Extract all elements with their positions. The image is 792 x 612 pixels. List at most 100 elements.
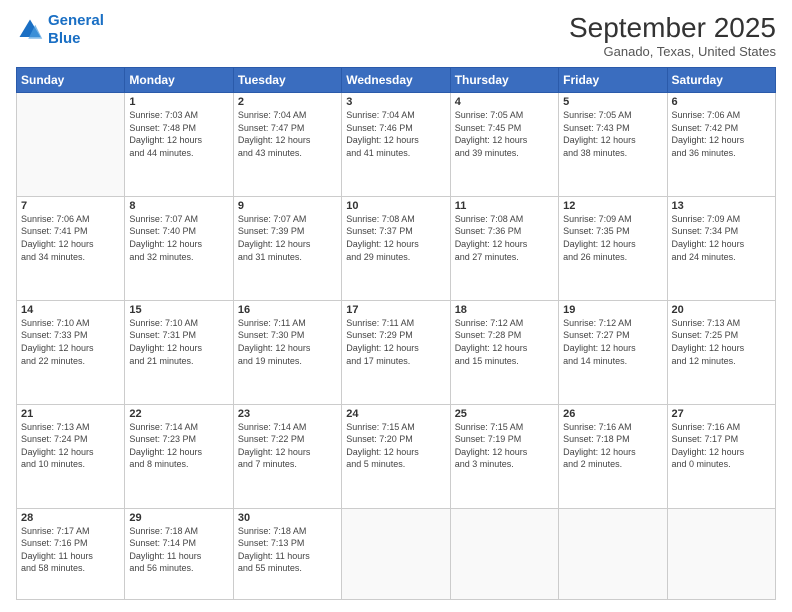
day-number: 4 [455,96,554,108]
day-info: Sunrise: 7:06 AM Sunset: 7:42 PM Dayligh… [672,109,771,159]
day-info: Sunrise: 7:09 AM Sunset: 7:35 PM Dayligh… [563,213,662,263]
day-cell: 23Sunrise: 7:14 AM Sunset: 7:22 PM Dayli… [233,404,341,508]
day-cell: 20Sunrise: 7:13 AM Sunset: 7:25 PM Dayli… [667,300,775,404]
day-info: Sunrise: 7:05 AM Sunset: 7:45 PM Dayligh… [455,109,554,159]
day-number: 7 [21,200,120,212]
day-cell: 11Sunrise: 7:08 AM Sunset: 7:36 PM Dayli… [450,196,558,300]
day-info: Sunrise: 7:03 AM Sunset: 7:48 PM Dayligh… [129,109,228,159]
day-number: 20 [672,304,771,316]
day-number: 6 [672,96,771,108]
day-cell: 25Sunrise: 7:15 AM Sunset: 7:19 PM Dayli… [450,404,558,508]
day-info: Sunrise: 7:14 AM Sunset: 7:22 PM Dayligh… [238,421,337,471]
day-number: 13 [672,200,771,212]
day-number: 5 [563,96,662,108]
day-number: 16 [238,304,337,316]
day-number: 21 [21,408,120,420]
day-number: 19 [563,304,662,316]
month-title: September 2025 [569,12,776,44]
day-info: Sunrise: 7:06 AM Sunset: 7:41 PM Dayligh… [21,213,120,263]
day-info: Sunrise: 7:08 AM Sunset: 7:36 PM Dayligh… [455,213,554,263]
day-info: Sunrise: 7:14 AM Sunset: 7:23 PM Dayligh… [129,421,228,471]
day-cell: 19Sunrise: 7:12 AM Sunset: 7:27 PM Dayli… [559,300,667,404]
calendar-body: 1Sunrise: 7:03 AM Sunset: 7:48 PM Daylig… [17,93,776,600]
day-info: Sunrise: 7:08 AM Sunset: 7:37 PM Dayligh… [346,213,445,263]
day-number: 18 [455,304,554,316]
day-info: Sunrise: 7:18 AM Sunset: 7:14 PM Dayligh… [129,525,228,575]
weekday-header: Thursday [450,68,558,93]
day-cell: 22Sunrise: 7:14 AM Sunset: 7:23 PM Dayli… [125,404,233,508]
calendar-header-row: SundayMondayTuesdayWednesdayThursdayFrid… [17,68,776,93]
day-number: 22 [129,408,228,420]
day-cell: 1Sunrise: 7:03 AM Sunset: 7:48 PM Daylig… [125,93,233,197]
day-number: 28 [21,512,120,524]
day-info: Sunrise: 7:12 AM Sunset: 7:27 PM Dayligh… [563,317,662,367]
weekday-header: Monday [125,68,233,93]
day-number: 15 [129,304,228,316]
day-cell: 8Sunrise: 7:07 AM Sunset: 7:40 PM Daylig… [125,196,233,300]
day-number: 10 [346,200,445,212]
day-number: 23 [238,408,337,420]
day-cell: 6Sunrise: 7:06 AM Sunset: 7:42 PM Daylig… [667,93,775,197]
day-cell: 13Sunrise: 7:09 AM Sunset: 7:34 PM Dayli… [667,196,775,300]
day-number: 24 [346,408,445,420]
day-number: 2 [238,96,337,108]
week-row: 21Sunrise: 7:13 AM Sunset: 7:24 PM Dayli… [17,404,776,508]
day-cell: 5Sunrise: 7:05 AM Sunset: 7:43 PM Daylig… [559,93,667,197]
day-cell: 12Sunrise: 7:09 AM Sunset: 7:35 PM Dayli… [559,196,667,300]
week-row: 7Sunrise: 7:06 AM Sunset: 7:41 PM Daylig… [17,196,776,300]
day-info: Sunrise: 7:16 AM Sunset: 7:17 PM Dayligh… [672,421,771,471]
day-cell: 14Sunrise: 7:10 AM Sunset: 7:33 PM Dayli… [17,300,125,404]
day-cell: 18Sunrise: 7:12 AM Sunset: 7:28 PM Dayli… [450,300,558,404]
weekday-header: Friday [559,68,667,93]
day-cell: 27Sunrise: 7:16 AM Sunset: 7:17 PM Dayli… [667,404,775,508]
day-cell [667,508,775,599]
week-row: 1Sunrise: 7:03 AM Sunset: 7:48 PM Daylig… [17,93,776,197]
day-cell: 10Sunrise: 7:08 AM Sunset: 7:37 PM Dayli… [342,196,450,300]
day-info: Sunrise: 7:07 AM Sunset: 7:39 PM Dayligh… [238,213,337,263]
weekday-header: Sunday [17,68,125,93]
calendar-table: SundayMondayTuesdayWednesdayThursdayFrid… [16,67,776,600]
day-number: 25 [455,408,554,420]
day-number: 30 [238,512,337,524]
day-info: Sunrise: 7:13 AM Sunset: 7:25 PM Dayligh… [672,317,771,367]
day-number: 11 [455,200,554,212]
day-info: Sunrise: 7:09 AM Sunset: 7:34 PM Dayligh… [672,213,771,263]
day-info: Sunrise: 7:18 AM Sunset: 7:13 PM Dayligh… [238,525,337,575]
week-row: 14Sunrise: 7:10 AM Sunset: 7:33 PM Dayli… [17,300,776,404]
weekday-header: Wednesday [342,68,450,93]
day-cell: 26Sunrise: 7:16 AM Sunset: 7:18 PM Dayli… [559,404,667,508]
day-number: 8 [129,200,228,212]
day-number: 17 [346,304,445,316]
day-number: 26 [563,408,662,420]
day-number: 27 [672,408,771,420]
day-number: 1 [129,96,228,108]
week-row: 28Sunrise: 7:17 AM Sunset: 7:16 PM Dayli… [17,508,776,599]
day-info: Sunrise: 7:12 AM Sunset: 7:28 PM Dayligh… [455,317,554,367]
day-cell: 7Sunrise: 7:06 AM Sunset: 7:41 PM Daylig… [17,196,125,300]
day-cell [17,93,125,197]
day-info: Sunrise: 7:17 AM Sunset: 7:16 PM Dayligh… [21,525,120,575]
weekday-header: Tuesday [233,68,341,93]
day-cell: 2Sunrise: 7:04 AM Sunset: 7:47 PM Daylig… [233,93,341,197]
day-cell: 3Sunrise: 7:04 AM Sunset: 7:46 PM Daylig… [342,93,450,197]
weekday-header: Saturday [667,68,775,93]
day-info: Sunrise: 7:05 AM Sunset: 7:43 PM Dayligh… [563,109,662,159]
day-number: 29 [129,512,228,524]
logo: General Blue [16,12,104,48]
location: Ganado, Texas, United States [569,44,776,59]
day-info: Sunrise: 7:10 AM Sunset: 7:33 PM Dayligh… [21,317,120,367]
day-cell: 24Sunrise: 7:15 AM Sunset: 7:20 PM Dayli… [342,404,450,508]
header: General Blue September 2025 Ganado, Texa… [16,12,776,59]
day-cell: 4Sunrise: 7:05 AM Sunset: 7:45 PM Daylig… [450,93,558,197]
day-cell [450,508,558,599]
day-info: Sunrise: 7:11 AM Sunset: 7:30 PM Dayligh… [238,317,337,367]
day-cell: 16Sunrise: 7:11 AM Sunset: 7:30 PM Dayli… [233,300,341,404]
day-cell: 21Sunrise: 7:13 AM Sunset: 7:24 PM Dayli… [17,404,125,508]
day-number: 14 [21,304,120,316]
title-block: September 2025 Ganado, Texas, United Sta… [569,12,776,59]
day-info: Sunrise: 7:13 AM Sunset: 7:24 PM Dayligh… [21,421,120,471]
day-cell: 29Sunrise: 7:18 AM Sunset: 7:14 PM Dayli… [125,508,233,599]
day-cell: 15Sunrise: 7:10 AM Sunset: 7:31 PM Dayli… [125,300,233,404]
day-cell: 17Sunrise: 7:11 AM Sunset: 7:29 PM Dayli… [342,300,450,404]
day-cell: 28Sunrise: 7:17 AM Sunset: 7:16 PM Dayli… [17,508,125,599]
